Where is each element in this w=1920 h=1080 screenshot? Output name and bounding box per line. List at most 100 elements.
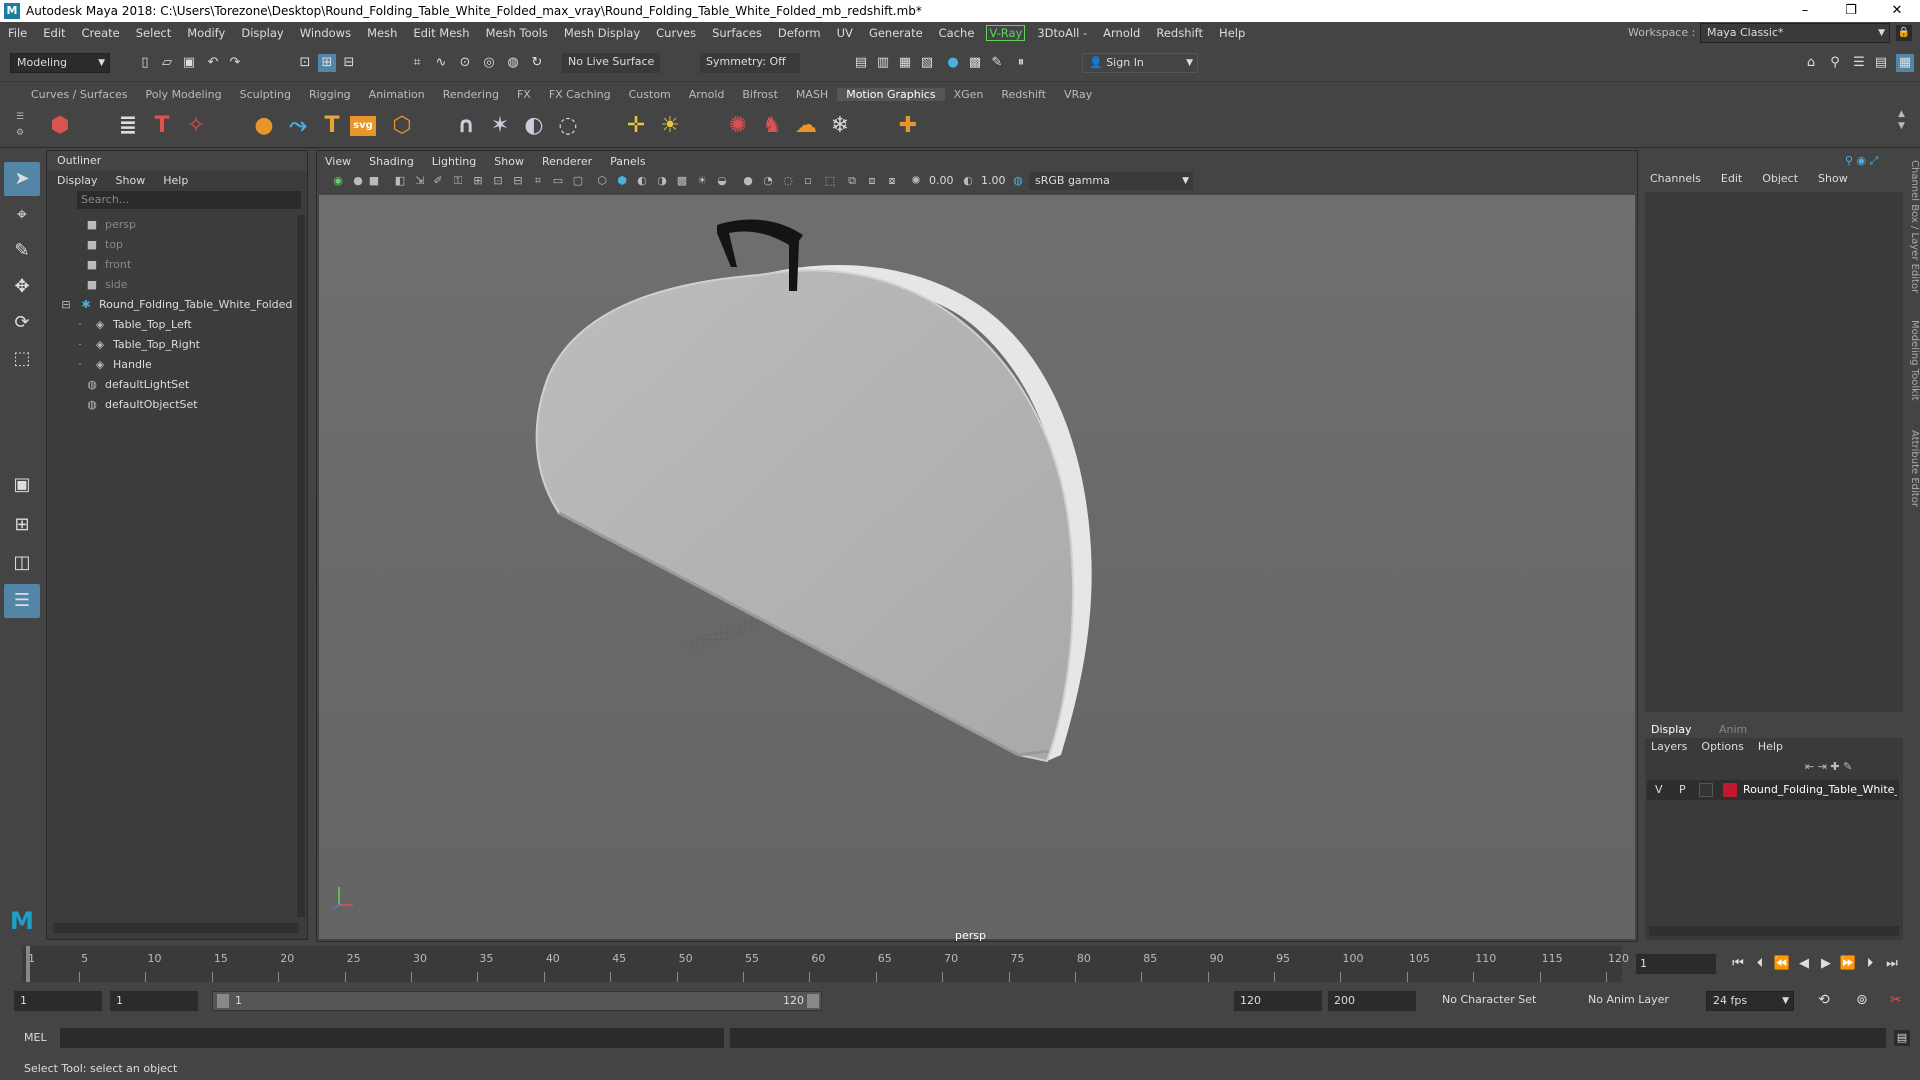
outliner-item-handle[interactable]: · ◈ Handle (73, 355, 152, 375)
menu-generate[interactable]: Generate (861, 26, 931, 40)
outliner-menu-help[interactable]: Help (163, 174, 188, 187)
loop-icon[interactable]: ⟲ (1818, 992, 1830, 1008)
layer-playback-toggle[interactable]: P (1679, 783, 1686, 796)
outliner-item-table-top-left[interactable]: · ◈ Table_Top_Left (73, 315, 191, 335)
outliner-item-default-light-set[interactable]: ◍ defaultLightSet (85, 375, 189, 395)
gamma-field[interactable]: 1.00 (981, 174, 1006, 187)
outliner-item-persp[interactable]: ■ persp (85, 215, 136, 235)
outliner-item-front[interactable]: ■ front (85, 255, 131, 275)
channel-box-menu-object[interactable]: Object (1762, 172, 1798, 185)
range-slider-bar[interactable]: 1 120 (212, 991, 822, 1011)
range-end-handle[interactable] (807, 994, 819, 1008)
menu-modify[interactable]: Modify (179, 26, 233, 40)
pause-icon[interactable]: ⏸ (1012, 54, 1030, 72)
tab-rigging[interactable]: Rigging (300, 88, 360, 101)
sun-icon[interactable]: ☀ (654, 110, 686, 142)
menu-select[interactable]: Select (128, 26, 179, 40)
menu-windows[interactable]: Windows (292, 26, 359, 40)
smooth-shade-icon[interactable]: ⬢ (615, 174, 629, 188)
tab-custom[interactable]: Custom (620, 88, 680, 101)
tab-modeling-toolkit[interactable]: Modeling Toolkit (1904, 320, 1920, 420)
paint-select-icon[interactable]: ✎ (4, 234, 40, 268)
tab-arnold[interactable]: Arnold (680, 88, 734, 101)
collapse-icon[interactable]: ⊟ (59, 295, 73, 315)
attribute-editor-icon[interactable]: ☰ (1850, 54, 1868, 72)
tab-poly-modeling[interactable]: Poly Modeling (137, 88, 231, 101)
layer-row[interactable]: V P Round_Folding_Table_White_I (1647, 780, 1899, 800)
layer-menu-help[interactable]: Help (1758, 740, 1783, 753)
symmetry-dropdown[interactable]: Symmetry: Off (700, 53, 800, 73)
move-tool-icon[interactable]: ✥ (4, 270, 40, 304)
open-scene-icon[interactable]: ▱ (158, 54, 176, 72)
safe-action-icon[interactable]: ▭ (551, 174, 565, 188)
isolate-select-icon[interactable]: ⬚ (823, 174, 837, 188)
channel-box-menu-show[interactable]: Show (1818, 172, 1848, 185)
xray-joints-icon[interactable]: ⧈ (865, 174, 879, 188)
save-scene-icon[interactable]: ▣ (180, 54, 198, 72)
type-tool-icon[interactable]: T (146, 110, 178, 142)
tab-layer-display[interactable]: Display (1651, 723, 1692, 736)
image-plane-icon[interactable]: ◧ (393, 174, 407, 188)
menu-mesh[interactable]: Mesh (359, 26, 405, 40)
menu-cache[interactable]: Cache (931, 26, 983, 40)
field-chart-icon[interactable]: ⌗ (531, 174, 545, 188)
pivot-icon[interactable]: ✚ (892, 110, 924, 142)
tab-xgen[interactable]: XGen (945, 88, 993, 101)
outliner-search-input[interactable]: Search... (77, 191, 301, 209)
outliner-item-table-top-right[interactable]: · ◈ Table_Top_Right (73, 335, 200, 355)
resolution-gate-icon[interactable]: ⊡ (491, 174, 505, 188)
rotate-tool-icon[interactable]: ⟳ (4, 306, 40, 340)
go-to-start-icon[interactable]: ⏮ (1728, 946, 1748, 982)
bend-icon[interactable]: ✶ (484, 110, 516, 142)
viewport-menu-lighting[interactable]: Lighting (432, 155, 476, 168)
outliner-item-side[interactable]: ■ side (85, 275, 128, 295)
tab-fx[interactable]: FX (508, 88, 540, 101)
snap-grid-icon[interactable]: ⌗ (408, 54, 426, 72)
sphere-icon[interactable]: ● (248, 110, 280, 142)
select-tool-icon[interactable]: ➤ (4, 162, 40, 196)
step-back-key-icon[interactable]: ⏪ (1772, 946, 1792, 982)
tab-motion-graphics[interactable]: Motion Graphics (837, 87, 945, 101)
snap-point-icon[interactable]: ⊙ (456, 54, 474, 72)
workspace-dropdown[interactable]: Maya Classic* ▼ (1700, 23, 1890, 43)
lock-icon[interactable]: 🔒 (1896, 25, 1912, 41)
shelf-settings-icon[interactable]: ⚙ (16, 128, 26, 138)
bookmark-icon[interactable]: ■ (367, 174, 381, 188)
menu-file[interactable]: File (0, 26, 35, 40)
render-settings-icon[interactable]: ▧ (918, 54, 936, 72)
menu-vray[interactable]: V-Ray (986, 25, 1026, 41)
exposure-field[interactable]: 0.00 (929, 174, 954, 187)
play-backward-icon[interactable]: ◀ (1794, 946, 1814, 982)
menu-uv[interactable]: UV (829, 26, 861, 40)
sign-in-dropdown[interactable]: 👤 Sign In ▼ (1082, 53, 1198, 73)
new-scene-icon[interactable]: ▯ (136, 54, 154, 72)
scene-start-field[interactable]: 1 (14, 991, 102, 1011)
outliner-item-default-object-set[interactable]: ◍ defaultObjectSet (85, 395, 197, 415)
snap-surface-icon[interactable]: ◍ (504, 54, 522, 72)
render-setup-icon[interactable]: ▩ (966, 54, 984, 72)
select-camera-icon[interactable]: ◉ (331, 174, 345, 188)
render-view-icon[interactable]: ▤ (852, 54, 870, 72)
viewport-canvas[interactable]: persp (319, 195, 1635, 942)
paint-effects-icon[interactable]: ✧ (180, 110, 212, 142)
curve-tool-icon[interactable]: ⤳ (282, 110, 314, 142)
single-view-icon[interactable]: ▣ (4, 468, 40, 502)
tab-sculpting[interactable]: Sculpting (231, 88, 300, 101)
layer-type-toggle[interactable] (1699, 783, 1713, 797)
particles-icon[interactable]: ✺ (722, 110, 754, 142)
channel-box-menu-channels[interactable]: Channels (1650, 172, 1701, 185)
close-button[interactable]: ✕ (1874, 0, 1920, 22)
expand-icon[interactable]: · (73, 315, 87, 335)
menu-edit[interactable]: Edit (35, 26, 73, 40)
tab-animation[interactable]: Animation (360, 88, 434, 101)
layer-menu-options[interactable]: Options (1701, 740, 1743, 753)
light-editor-icon[interactable]: ✎ (988, 54, 1006, 72)
viewport-menu-renderer[interactable]: Renderer (542, 155, 592, 168)
menu-curves[interactable]: Curves (648, 26, 704, 40)
current-frame-field[interactable]: 1 (1636, 954, 1716, 974)
expand-icon[interactable]: · (73, 335, 87, 355)
channel-box-area[interactable] (1645, 192, 1903, 712)
channel-box-toggle-icons[interactable]: ⚲ ◉ ⤢ (1845, 154, 1878, 168)
ambient-occlusion-icon[interactable]: ● (741, 174, 755, 188)
snap-curve-icon[interactable]: ∿ (432, 54, 450, 72)
